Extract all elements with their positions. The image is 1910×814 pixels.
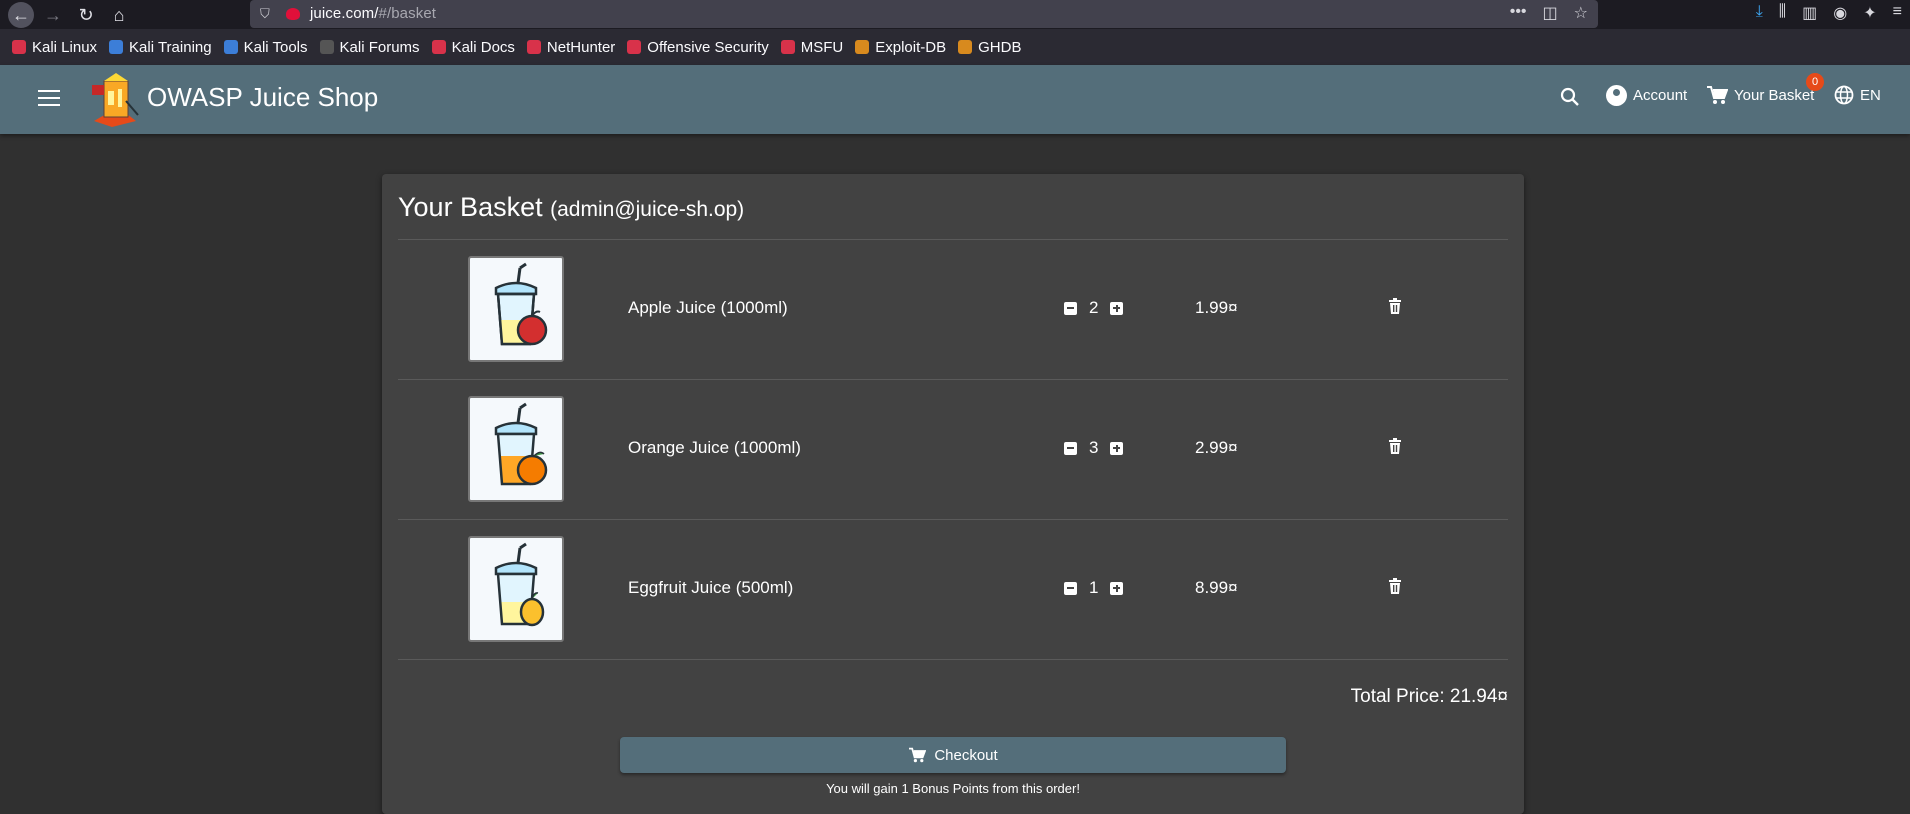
bookmarks-bar: Kali Linux Kali Training Kali Tools Kali… [0,29,1910,65]
kali-tools-icon [223,40,238,54]
your-basket-button[interactable]: Your Basket [1706,85,1814,105]
account-button[interactable]: Account [1606,85,1687,106]
offsec-icon [627,40,642,54]
hamburger-menu-icon[interactable] [38,87,60,109]
browser-toolbar: ← → ↻ ⌂ ⛉ juice.com/#/basket ••• ◫ ☆ ⤓ ⫼… [0,0,1910,29]
product-name: Orange Juice (1000ml) [628,438,801,457]
basket-row: Apple Juice (1000ml) 2 1.99¤ [398,240,1508,379]
search-icon[interactable] [1560,87,1580,113]
extension-icon[interactable]: ✦ [1863,3,1876,23]
page-actions-icon[interactable]: ••• [1510,3,1527,23]
exploitdb-icon [855,40,870,54]
reload-icon[interactable]: ↻ [73,2,99,28]
app-menu-icon[interactable]: ≡ [1893,3,1902,23]
globe-icon [1834,85,1854,105]
basket-row: Eggfruit Juice (500ml) 1 8.99¤ [398,520,1508,659]
account-circle-icon [1606,85,1627,106]
site-favicon-icon [286,8,300,20]
sidebar-icon[interactable]: ▥ [1802,3,1817,23]
juice-shop-logo[interactable] [88,71,140,127]
bookmark-kali-forums[interactable]: Kali Forums [319,39,420,56]
language-label: EN [1860,86,1881,104]
app-title[interactable]: OWASP Juice Shop [147,82,378,113]
product-name: Eggfruit Juice (500ml) [628,578,794,597]
home-icon[interactable]: ⌂ [106,2,132,28]
forward-arrow-icon[interactable]: → [40,2,66,28]
product-name: Apple Juice (1000ml) [628,298,788,317]
product-image [468,396,564,502]
basket-label: Your Basket [1734,86,1815,104]
kali-training-icon [109,40,124,54]
profile-icon[interactable]: ◉ [1833,3,1847,23]
add-shopping-cart-icon [909,747,927,763]
quantity-stepper: 1 [1064,578,1124,598]
product-image [468,536,564,642]
shopping-cart-icon [1707,86,1728,104]
ghdb-icon [958,40,973,54]
decrease-quantity-icon[interactable] [1064,301,1077,315]
total-price: Total Price: 21.94¤ [1350,686,1508,707]
kali-icon [12,40,26,54]
basket-title: Your Basket (admin@juice-sh.op) [398,192,745,222]
bookmark-exploit-db[interactable]: Exploit-DB [855,39,946,56]
product-price: 8.99¤ [1195,578,1238,597]
bookmark-kali-tools[interactable]: Kali Tools [223,39,308,56]
bookmark-msfu[interactable]: MSFU [780,39,843,56]
basket-card: Your Basket (admin@juice-sh.op) Apple Ju… [382,174,1524,814]
language-button[interactable]: EN [1834,85,1881,105]
checkout-button[interactable]: Checkout [620,737,1286,773]
delete-trash-icon[interactable] [1388,438,1402,454]
product-image [468,256,564,362]
increase-quantity-icon[interactable] [1110,301,1124,315]
increase-quantity-icon[interactable] [1110,441,1124,455]
checkout-label: Checkout [934,746,998,764]
kali-forums-icon [319,40,334,54]
quantity-value: 2 [1089,298,1099,317]
decrease-quantity-icon[interactable] [1064,581,1077,595]
kali-docs-icon [431,40,446,54]
pocket-icon[interactable]: ◫ [1543,3,1558,23]
url-bar[interactable]: ⛉ juice.com/#/basket ••• ◫ ☆ [250,0,1598,28]
product-price: 1.99¤ [1195,298,1238,317]
basket-row: Orange Juice (1000ml) 3 2.99¤ [398,380,1508,519]
nethunter-icon [526,40,541,54]
delete-trash-icon[interactable] [1388,298,1402,314]
product-price: 2.99¤ [1195,438,1238,457]
bonus-points-text: You will gain 1 Bonus Points from this o… [826,781,1080,796]
delete-trash-icon[interactable] [1388,578,1402,594]
bookmark-kali-training[interactable]: Kali Training [109,39,212,56]
increase-quantity-icon[interactable] [1110,581,1124,595]
bookmark-star-icon[interactable]: ☆ [1574,3,1588,23]
library-icon[interactable]: ⫼ [1779,3,1786,23]
bookmark-kali-docs[interactable]: Kali Docs [431,39,515,56]
quantity-value: 3 [1089,438,1099,457]
decrease-quantity-icon[interactable] [1064,441,1077,455]
msfu-icon [780,40,795,54]
app-toolbar: OWASP Juice Shop Account Your Basket 0 E… [0,65,1910,134]
download-icon[interactable]: ⤓ [1756,3,1763,23]
url-text[interactable]: juice.com/#/basket [310,5,436,22]
basket-user-email: (admin@juice-sh.op) [550,198,745,221]
quantity-stepper: 2 [1064,298,1124,318]
bookmark-nethunter[interactable]: NetHunter [526,39,615,56]
basket-count-badge: 0 [1806,73,1824,91]
divider [398,659,1508,660]
shield-icon[interactable]: ⛉ [260,6,270,22]
quantity-stepper: 3 [1064,438,1124,458]
bookmark-ghdb[interactable]: GHDB [958,39,1021,56]
back-arrow-icon[interactable]: ← [8,2,34,28]
bookmark-offensive-security[interactable]: Offensive Security [627,39,769,56]
bookmark-kali-linux[interactable]: Kali Linux [12,39,97,56]
account-label: Account [1633,87,1688,104]
quantity-value: 1 [1089,578,1099,597]
